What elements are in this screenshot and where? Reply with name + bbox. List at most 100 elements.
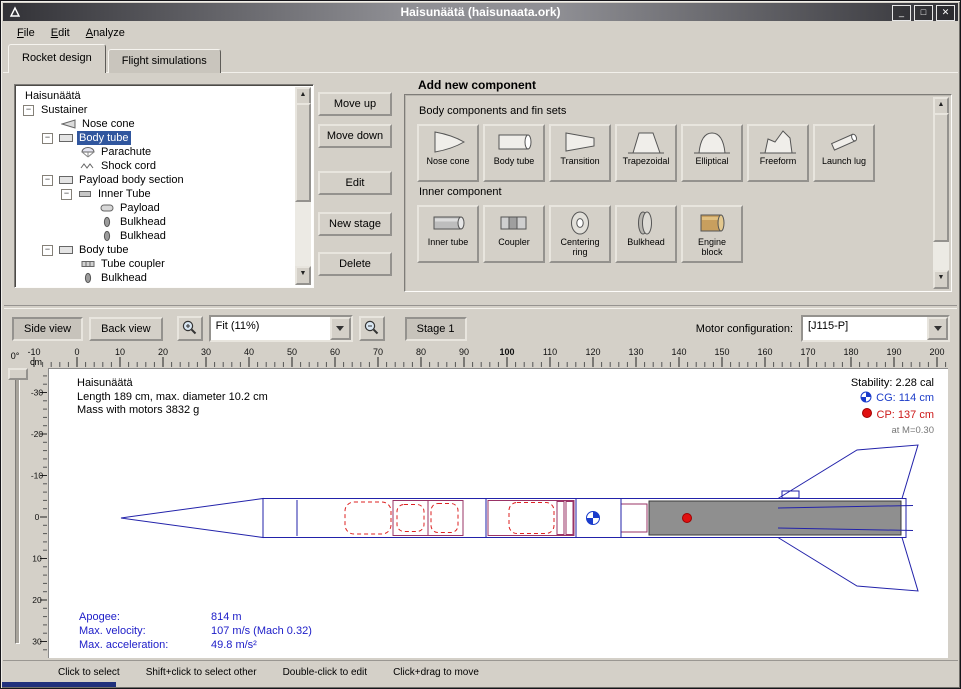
svg-text:0: 0 xyxy=(35,512,40,522)
svg-text:30: 30 xyxy=(201,347,211,357)
component-button-label: Inner tube xyxy=(428,238,469,248)
tree-item-nose-cone[interactable]: Nose cone xyxy=(17,117,295,131)
maximize-button[interactable]: □ xyxy=(914,5,933,21)
add-component-title: Add new component xyxy=(418,78,536,92)
move-down-button[interactable]: Move down xyxy=(318,124,392,148)
component-button-label: Freeform xyxy=(760,157,797,167)
tree-item-sustainer[interactable]: −Sustainer xyxy=(17,103,295,117)
tree-item-bulkhead[interactable]: Bulkhead xyxy=(17,229,295,243)
component-button-coupler[interactable]: Coupler xyxy=(483,205,545,263)
zoom-fit-select[interactable]: Fit (11%) xyxy=(209,315,353,342)
hint-shift-click-to-select-other: Shift+click to select other xyxy=(146,667,257,678)
component-button-launch-lug[interactable]: Launch lug xyxy=(813,124,875,182)
fin-top-shape xyxy=(778,445,918,499)
tree-scrollbar[interactable]: ▲▼ xyxy=(295,87,311,285)
tab-flight-simulations[interactable]: Flight simulations xyxy=(108,49,221,73)
add-component-scrollbar[interactable]: ▲▼ xyxy=(933,97,949,289)
zoom-out-button[interactable] xyxy=(359,316,385,341)
component-button-label: Engine block xyxy=(689,238,735,258)
tree-item-payload[interactable]: Payload xyxy=(17,201,295,215)
tab-rocket-design[interactable]: Rocket design xyxy=(8,44,106,73)
component-button-engine-block[interactable]: Engine block xyxy=(681,205,743,263)
rotation-slider-track[interactable] xyxy=(15,376,20,644)
hint-double-click-to-edit: Double-click to edit xyxy=(283,667,367,678)
tree-expander-icon[interactable]: − xyxy=(42,245,53,256)
vertical-ruler: -30-20-100102030 xyxy=(28,368,48,658)
tree-item-payload-body-section[interactable]: −Payload body section xyxy=(17,173,295,187)
bulkhead-icon xyxy=(99,230,115,242)
delete-button[interactable]: Delete xyxy=(318,252,392,276)
tree-item-bulkhead[interactable]: Bulkhead xyxy=(17,215,295,229)
view-toolbar: Side view Back view Fit (11%) Stage 1 Mo… xyxy=(3,313,958,344)
component-button-transition[interactable]: Transition xyxy=(549,124,611,182)
elliptical-icon xyxy=(692,127,732,157)
tree-expander-icon[interactable]: − xyxy=(42,175,53,186)
tree-item-label: Payload xyxy=(118,201,162,215)
menu-analyze[interactable]: Analyze xyxy=(78,24,133,42)
bottom-strip xyxy=(0,682,116,689)
component-button-elliptical[interactable]: Elliptical xyxy=(681,124,743,182)
innertube-icon xyxy=(428,208,468,238)
scroll-thumb[interactable] xyxy=(295,103,311,202)
back-view-button[interactable]: Back view xyxy=(89,317,163,341)
tree-expander-icon[interactable]: − xyxy=(61,189,72,200)
svg-text:10: 10 xyxy=(32,554,42,564)
coupler-icon xyxy=(494,208,534,238)
apogee-label: Apogee: xyxy=(79,610,211,624)
close-button[interactable]: ✕ xyxy=(936,5,955,21)
scroll-thumb[interactable] xyxy=(933,113,949,242)
dropdown-arrow-icon[interactable] xyxy=(927,317,948,340)
tree-item-bulkhead[interactable]: Bulkhead xyxy=(17,271,295,285)
tree-expander-icon[interactable]: − xyxy=(23,105,34,116)
zoom-in-button[interactable] xyxy=(177,316,203,341)
horizontal-ruler: -100102030405060708090100110120130140150… xyxy=(28,346,948,368)
centeringring-icon xyxy=(560,208,600,238)
motor-configuration-select[interactable]: [J115-P] xyxy=(801,315,950,342)
panel-divider[interactable] xyxy=(4,305,957,309)
component-button-label: Coupler xyxy=(498,238,530,248)
component-button-inner-tube[interactable]: Inner tube xyxy=(417,205,479,263)
component-button-trapezoidal[interactable]: Trapezoidal xyxy=(615,124,677,182)
title-bar[interactable]: Haisunäätä (haisunaata.ork) _□✕ xyxy=(3,3,958,21)
section-label-inner-component: Inner component xyxy=(419,186,932,198)
component-button-bulkhead[interactable]: Bulkhead xyxy=(615,205,677,263)
component-button-label: Centering ring xyxy=(557,238,603,258)
tree-item-body-tube[interactable]: −Body tube xyxy=(17,131,295,145)
flight-stat-row: Max. velocity:107 m/s (Mach 0.32) xyxy=(79,624,312,638)
component-button-label: Bulkhead xyxy=(627,238,665,248)
component-button-freeform[interactable]: Freeform xyxy=(747,124,809,182)
scroll-down-button[interactable]: ▼ xyxy=(295,266,311,285)
scroll-down-button[interactable]: ▼ xyxy=(933,270,949,289)
component-button-body-tube[interactable]: Body tube xyxy=(483,124,545,182)
menu-edit[interactable]: Edit xyxy=(43,24,78,42)
stage-1-button[interactable]: Stage 1 xyxy=(405,317,467,341)
tree-item-haisun-t[interactable]: Haisunäätä xyxy=(17,89,295,103)
side-view-button[interactable]: Side view xyxy=(12,317,83,341)
rotation-slider-handle[interactable] xyxy=(8,368,28,380)
component-button-centering-ring[interactable]: Centering ring xyxy=(549,205,611,263)
tree-item-body-tube[interactable]: −Body tube xyxy=(17,243,295,257)
tree-item-inner-tube[interactable]: −Inner Tube xyxy=(17,187,295,201)
tree-item-label: Bulkhead xyxy=(118,229,168,243)
component-button-nose-cone[interactable]: Nose cone xyxy=(417,124,479,182)
tree-item-tube-coupler[interactable]: Tube coupler xyxy=(17,257,295,271)
rocket-mass: Mass with motors 3832 g xyxy=(77,404,268,418)
tree-item-shock-cord[interactable]: Shock cord xyxy=(17,159,295,173)
bulkhead-icon xyxy=(99,216,115,228)
cp-icon xyxy=(861,407,873,424)
section-label-body-components-and-fin-sets: Body components and fin sets xyxy=(419,105,932,117)
tree-expander-icon[interactable]: − xyxy=(42,133,53,144)
edit-button[interactable]: Edit xyxy=(318,171,392,195)
tree-item-parachute[interactable]: Parachute xyxy=(17,145,295,159)
mach-condition: at M=0.30 xyxy=(851,424,934,438)
parachute-icon xyxy=(80,146,96,158)
minimize-button[interactable]: _ xyxy=(892,5,911,21)
tab-bar: Rocket designFlight simulations xyxy=(8,45,223,73)
dropdown-arrow-icon[interactable] xyxy=(330,317,351,340)
rocket-canvas[interactable]: Haisunäätä Length 189 cm, max. diameter … xyxy=(48,368,948,658)
menu-file[interactable]: File xyxy=(9,24,43,42)
launchlug-icon xyxy=(824,127,864,157)
trapezoidal-icon xyxy=(626,127,666,157)
move-up-button[interactable]: Move up xyxy=(318,92,392,116)
new-stage-button[interactable]: New stage xyxy=(318,212,392,236)
